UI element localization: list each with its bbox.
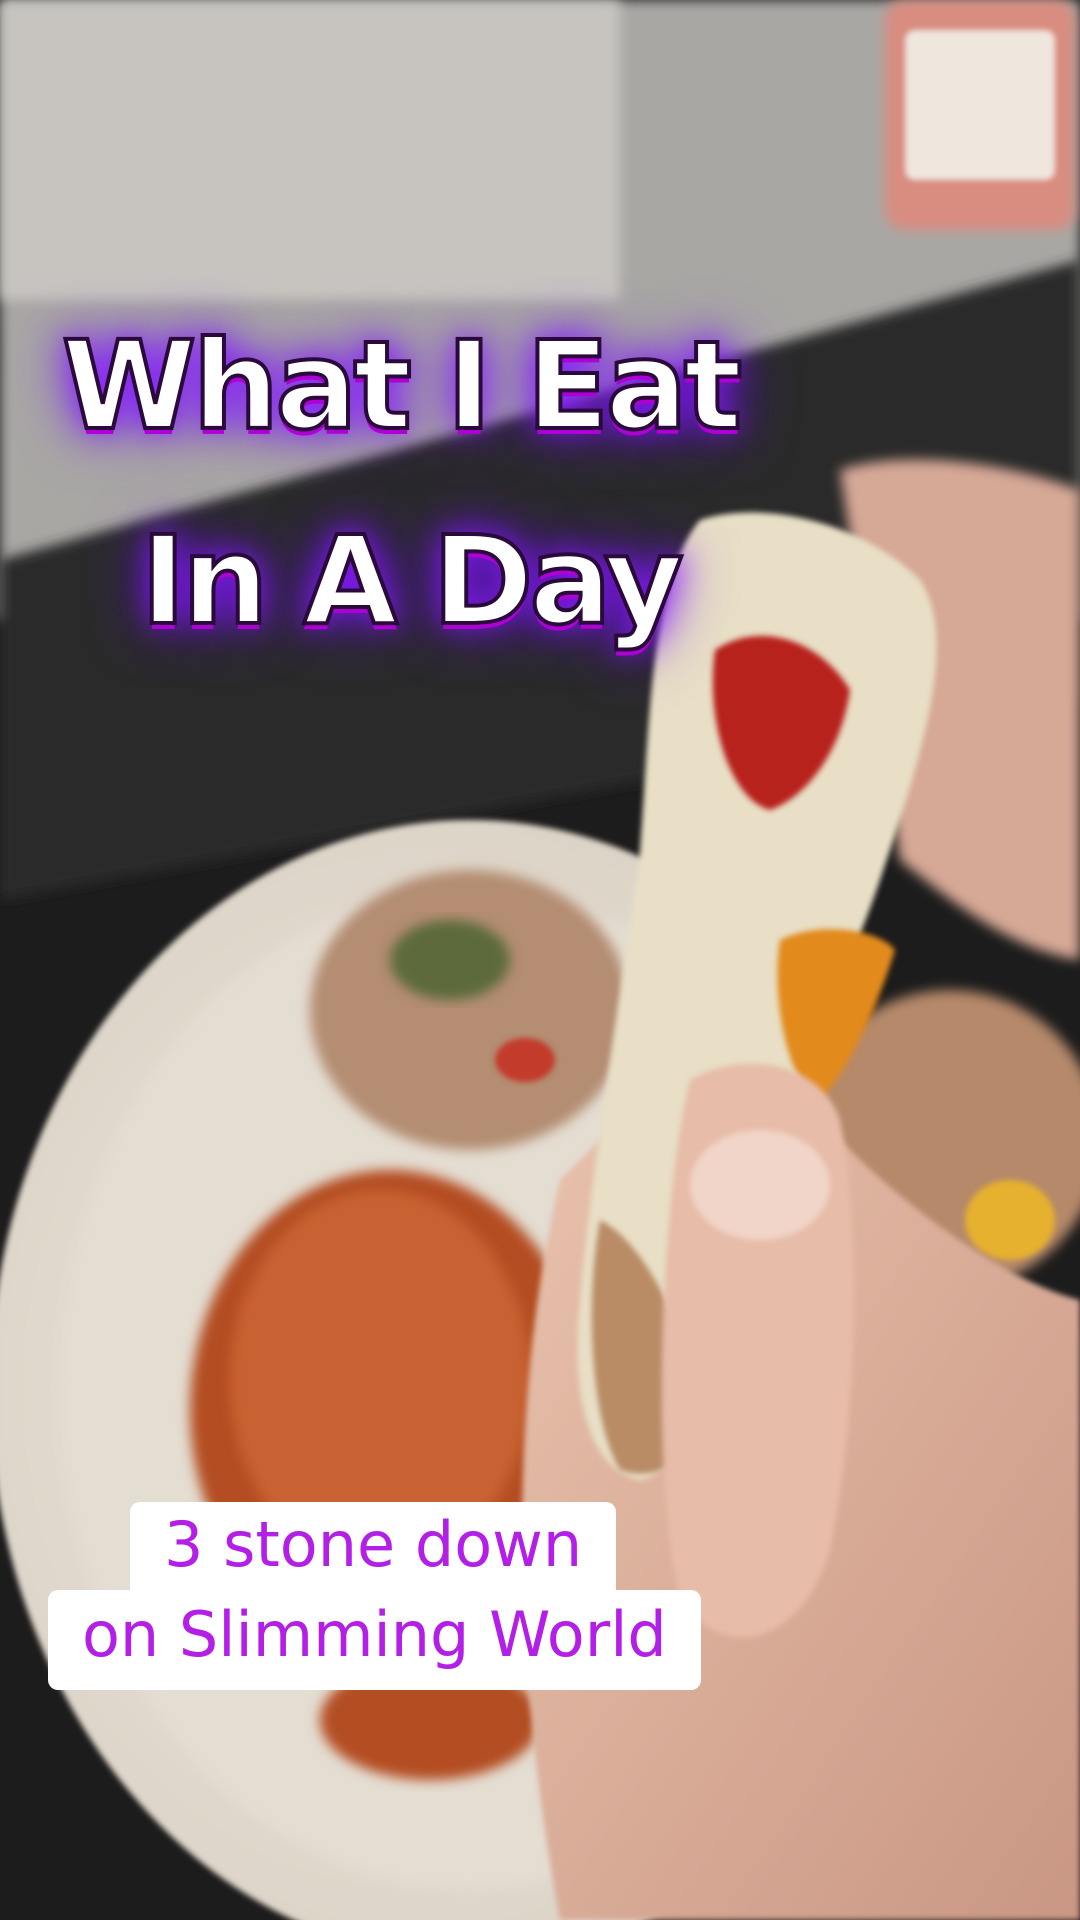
caption-line-2: on Slimming World — [48, 1590, 701, 1690]
caption-line-1: 3 stone down — [130, 1502, 617, 1598]
title-line-2: In A Day — [139, 510, 686, 652]
video-frame: What I Eat In A Day 3 stone down on Slim… — [0, 0, 1080, 1920]
title-line-1: What I Eat — [60, 315, 744, 457]
